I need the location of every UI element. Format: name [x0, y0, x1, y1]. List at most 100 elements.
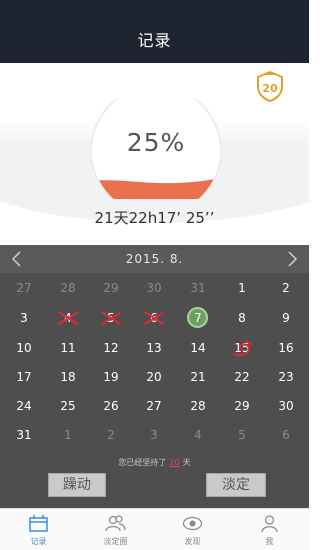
- tab-label: 记录: [30, 537, 47, 546]
- calendar-day[interactable]: 29: [91, 278, 131, 298]
- calendar-month: 2015. 8.: [125, 252, 184, 266]
- calendar-day-number: 31: [190, 281, 206, 295]
- streak-count: 20: [169, 458, 180, 467]
- calendar-day-number: 29: [103, 281, 119, 295]
- calendar-day[interactable]: 4: [178, 425, 218, 445]
- calendar-day[interactable]: 17: [4, 367, 44, 387]
- level-badge[interactable]: 20: [255, 70, 285, 103]
- calendar-day-number: 3: [20, 311, 28, 325]
- calendar-day[interactable]: 29: [222, 396, 262, 416]
- calendar-day-number: 18: [60, 370, 76, 384]
- streak-suffix: 天: [182, 458, 191, 467]
- calendar-day[interactable]: 10: [4, 338, 44, 358]
- calendar-day[interactable]: 28: [48, 278, 88, 298]
- calendar-day-number: 1: [238, 281, 246, 295]
- calendar-day[interactable]: 8: [222, 308, 262, 328]
- calendar-day[interactable]: 15: [222, 338, 262, 358]
- calendar-day-number: 24: [16, 399, 32, 413]
- calendar-day[interactable]: 30: [266, 396, 306, 416]
- person-icon: [261, 515, 278, 533]
- calendar-day-number: 5: [238, 428, 246, 442]
- calendar-day-number: 30: [278, 399, 294, 413]
- calendar-day[interactable]: 23: [266, 367, 306, 387]
- calendar-day-number: 28: [190, 399, 206, 413]
- calendar-day-number: 2: [282, 281, 290, 295]
- calendar-day[interactable]: 4: [48, 308, 88, 328]
- calendar-day-number: 20: [146, 370, 162, 384]
- calendar-day[interactable]: 31: [178, 278, 218, 298]
- calendar-day[interactable]: 1: [222, 278, 262, 298]
- calendar-day[interactable]: 7: [178, 307, 218, 328]
- tab-record[interactable]: 记录: [0, 509, 77, 550]
- calendar-day-number: 6: [282, 428, 290, 442]
- calendar-day[interactable]: 22: [222, 367, 262, 387]
- group-icon: [105, 515, 126, 532]
- calendar-day-number: 8: [238, 311, 246, 325]
- calendar-day[interactable]: 9: [266, 308, 306, 328]
- calendar-day-number: 2: [107, 428, 115, 442]
- tab-label: 发现: [184, 537, 201, 546]
- tab-me[interactable]: 我: [231, 509, 308, 550]
- calendar-day[interactable]: 1: [48, 425, 88, 445]
- calendar-day-number: 3: [150, 428, 158, 442]
- calendar-day-number: 16: [278, 341, 294, 355]
- calm-button[interactable]: 淡定: [206, 473, 266, 497]
- calendar-day-number: 31: [16, 428, 32, 442]
- calendar-day-number: 9: [282, 311, 290, 325]
- calendar-day-number: 7: [194, 311, 202, 325]
- calendar-day-number: 21: [190, 370, 206, 384]
- calendar-day[interactable]: 30: [134, 278, 174, 298]
- calendar-day[interactable]: 25: [48, 396, 88, 416]
- calendar-day[interactable]: 2: [266, 278, 306, 298]
- calendar-day[interactable]: 28: [178, 396, 218, 416]
- calendar-day[interactable]: 5: [222, 425, 262, 445]
- calendar-day-number: 14: [190, 341, 206, 355]
- calendar-day[interactable]: 3: [4, 308, 44, 328]
- calendar-day[interactable]: 21: [178, 367, 218, 387]
- calendar-day[interactable]: 5: [91, 308, 131, 328]
- calendar-day[interactable]: 6: [266, 425, 306, 445]
- calendar-day[interactable]: 14: [178, 338, 218, 358]
- calendar-day[interactable]: 3: [134, 425, 174, 445]
- tab-circle[interactable]: 淡定圈: [77, 509, 154, 550]
- calendar: 2015. 8. 27 28 29 30 31 1 2 3 4 5 6 7 8 9 10 11 12 13 14 15…: [0, 245, 309, 508]
- streak-text: 您已经坚持了 20 天: [0, 457, 309, 468]
- calendar-day-number: 27: [16, 281, 32, 295]
- calendar-day-number: 4: [194, 428, 202, 442]
- calendar-day[interactable]: 13: [134, 338, 174, 358]
- calendar-day[interactable]: 19: [91, 367, 131, 387]
- calendar-day-number: 27: [146, 399, 162, 413]
- streak-prefix: 您已经坚持了: [118, 458, 167, 467]
- page-title: 记录: [137, 31, 172, 50]
- calendar-day-number: 12: [103, 341, 119, 355]
- calendar-day[interactable]: 2: [91, 425, 131, 445]
- calendar-day[interactable]: 12: [91, 338, 131, 358]
- calendar-day-number: 30: [146, 281, 162, 295]
- calendar-day[interactable]: 27: [4, 278, 44, 298]
- calendar-day-number: 15: [234, 341, 250, 355]
- calendar-day[interactable]: 6: [134, 308, 174, 328]
- calendar-day[interactable]: 11: [48, 338, 88, 358]
- calendar-day[interactable]: 31: [4, 425, 44, 445]
- tab-label: 淡定圈: [103, 537, 128, 546]
- calendar-day-number: 5: [107, 311, 115, 325]
- calendar-day[interactable]: 26: [91, 396, 131, 416]
- calendar-day-number: 1: [64, 428, 72, 442]
- eye-icon: [182, 516, 203, 531]
- elapsed-time: 21天22h17’ 25’’: [94, 209, 215, 227]
- calendar-day-number: 22: [234, 370, 250, 384]
- calendar-day[interactable]: 18: [48, 367, 88, 387]
- calendar-day[interactable]: 24: [4, 396, 44, 416]
- calendar-day-number: 23: [278, 370, 294, 384]
- tab-bar: 记录 淡定圈 发现 我: [0, 508, 309, 550]
- calendar-day[interactable]: 27: [134, 396, 174, 416]
- restless-button[interactable]: 躁动: [48, 473, 106, 497]
- calendar-day[interactable]: 16: [266, 338, 306, 358]
- calendar-day-number: 25: [60, 399, 76, 413]
- chevron-right-icon[interactable]: [283, 250, 301, 268]
- calendar-day[interactable]: 20: [134, 367, 174, 387]
- calendar-day-number: 4: [64, 311, 72, 325]
- calendar-icon: [29, 515, 48, 532]
- tab-discover[interactable]: 发现: [154, 509, 231, 550]
- calendar-day-number: 26: [103, 399, 119, 413]
